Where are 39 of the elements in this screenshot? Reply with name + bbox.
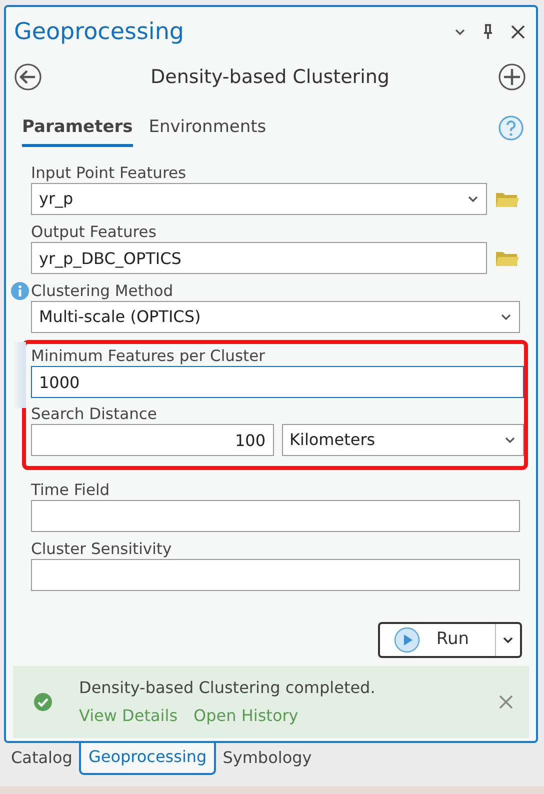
add-icon[interactable] bbox=[498, 63, 526, 91]
field-label: Cluster Sensitivity bbox=[31, 539, 173, 559]
input-field[interactable]: 1000 bbox=[31, 366, 524, 398]
field-label: Clustering Method bbox=[31, 281, 174, 301]
tab[interactable]: Geoprocessing bbox=[79, 741, 216, 775]
tab[interactable]: Catalog bbox=[4, 741, 80, 775]
help-icon[interactable] bbox=[498, 115, 524, 141]
play-icon bbox=[394, 627, 420, 653]
pane-title: Geoprocessing bbox=[14, 18, 184, 47]
success-icon bbox=[33, 692, 53, 712]
chevron-icon bbox=[500, 313, 512, 321]
input-field[interactable] bbox=[31, 500, 520, 532]
info-icon[interactable] bbox=[11, 282, 29, 300]
dropdown-value: Kilometers bbox=[290, 429, 376, 451]
tool-title: Density-based Clustering bbox=[150, 64, 390, 90]
message-text: Density-based Clustering completed. bbox=[79, 677, 376, 699]
pin-icon[interactable] bbox=[482, 24, 494, 40]
input-field[interactable]: 100 bbox=[31, 424, 274, 456]
input-field[interactable]: yr_p_DBC_OPTICS bbox=[31, 242, 487, 274]
dropdown[interactable]: Kilometers bbox=[282, 424, 524, 456]
dropdown[interactable]: yr_p bbox=[31, 183, 487, 215]
dropdown[interactable]: Multi-scale (OPTICS) bbox=[31, 301, 520, 333]
dropdown-value: yr_p bbox=[39, 188, 74, 210]
field-label: Input Point Features bbox=[31, 163, 188, 183]
field-label: Time Field bbox=[31, 480, 111, 500]
chevron-icon bbox=[504, 436, 516, 444]
input-field[interactable] bbox=[31, 559, 520, 591]
options-icon[interactable] bbox=[454, 28, 466, 36]
tab[interactable]: Environments bbox=[148, 114, 266, 147]
field-label: Output Features bbox=[31, 222, 158, 242]
dropdown-value: Multi-scale (OPTICS) bbox=[39, 306, 201, 328]
close-icon[interactable] bbox=[510, 24, 526, 40]
tab[interactable]: Symbology bbox=[216, 741, 319, 775]
chevron-icon bbox=[467, 195, 479, 203]
field-label: Minimum Features per Cluster bbox=[31, 346, 266, 366]
back-icon[interactable] bbox=[14, 63, 42, 91]
field-label: Search Distance bbox=[31, 404, 158, 424]
caret-icon bbox=[502, 636, 514, 644]
tab[interactable]: Parameters bbox=[22, 114, 133, 147]
